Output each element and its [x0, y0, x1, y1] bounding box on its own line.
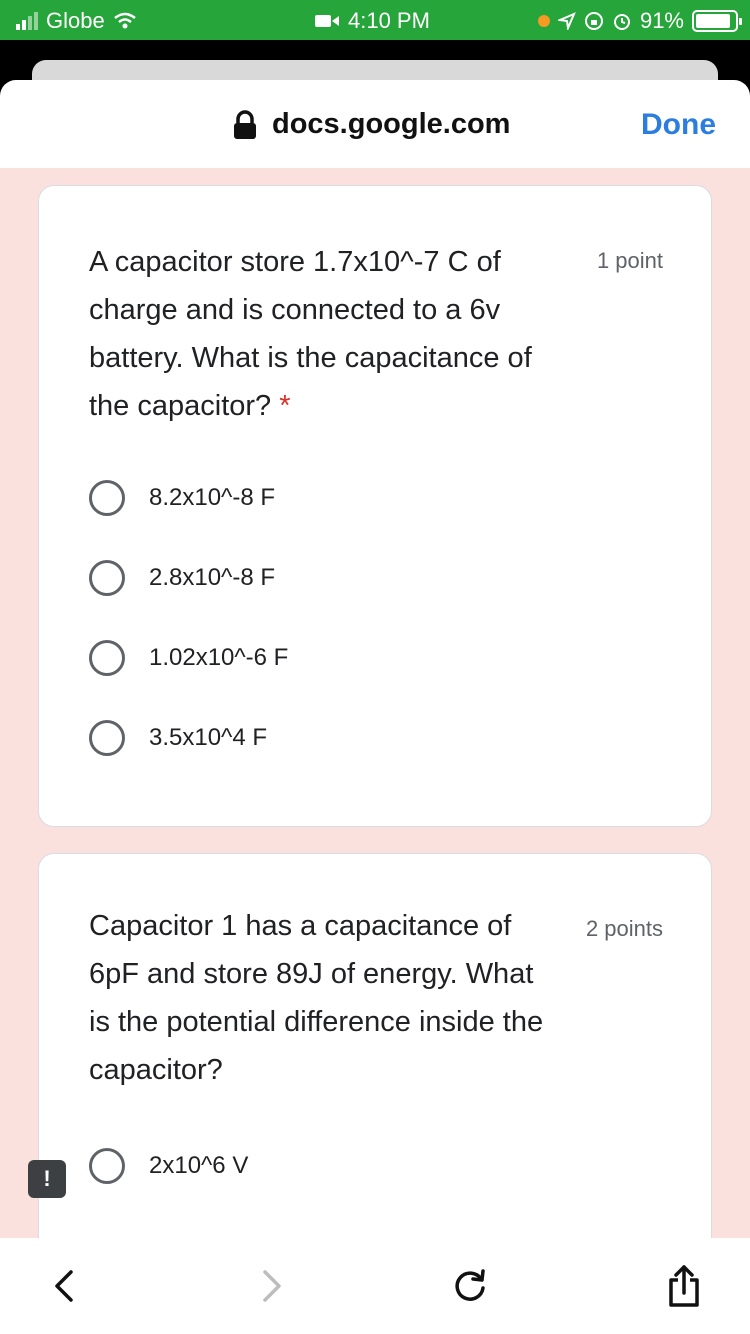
- url-text: docs.google.com: [272, 108, 511, 140]
- refresh-button[interactable]: [442, 1258, 498, 1314]
- wifi-icon: [113, 12, 136, 29]
- back-icon: [55, 1270, 73, 1302]
- browser-toolbar: [0, 1238, 750, 1334]
- question-card: Capacitor 1 has a capacitance of 6pF and…: [38, 853, 712, 1273]
- answer-option[interactable]: 3.5x10^4 F: [89, 718, 267, 758]
- status-center: 4:10 PM: [314, 8, 430, 34]
- option-label: 2x10^6 V: [149, 1152, 249, 1179]
- battery-percent: 91%: [639, 8, 684, 33]
- option-label: 2.8x10^-8 F: [149, 564, 275, 591]
- answer-option[interactable]: 2.8x10^-8 F: [89, 558, 275, 598]
- browser-header: docs.google.com Done: [0, 80, 750, 168]
- share-button[interactable]: [656, 1258, 712, 1314]
- screen-record-icon: [315, 15, 339, 27]
- carrier-name: Globe: [46, 8, 105, 33]
- option-label: 3.5x10^4 F: [149, 724, 267, 751]
- question-points: 2 points: [585, 916, 663, 941]
- answer-option[interactable]: 2x10^6 V: [89, 1146, 248, 1186]
- share-icon: [669, 1265, 699, 1307]
- alarm-icon: [613, 14, 630, 30]
- done-button[interactable]: Done: [641, 108, 716, 142]
- question-text: A capacitor store 1.7x10^-7 C of charge …: [89, 246, 532, 422]
- lock-icon: [234, 109, 256, 139]
- clock-time: 4:10 PM: [348, 8, 430, 33]
- status-right: 91%: [537, 8, 742, 34]
- required-asterisk: *: [279, 390, 291, 422]
- radio-button[interactable]: [89, 1148, 125, 1184]
- radio-button[interactable]: [89, 480, 125, 516]
- status-bar: Globe 4:10 PM 91%: [0, 0, 750, 40]
- url-bar[interactable]: docs.google.com: [232, 108, 510, 141]
- answer-option[interactable]: 8.2x10^-8 F: [89, 478, 275, 518]
- signal-icon: [16, 12, 38, 30]
- location-icon: [557, 12, 576, 30]
- question-card: A capacitor store 1.7x10^-7 C of charge …: [38, 185, 712, 827]
- question-text: Capacitor 1 has a capacitance of 6pF and…: [89, 910, 544, 1086]
- forward-button[interactable]: [244, 1258, 300, 1314]
- radio-button[interactable]: [89, 720, 125, 756]
- option-label: 8.2x10^-8 F: [149, 484, 275, 511]
- option-label: 1.02x10^-6 F: [149, 644, 289, 671]
- feedback-tab[interactable]: !: [28, 1160, 66, 1198]
- radio-button[interactable]: [89, 560, 125, 596]
- back-button[interactable]: [36, 1258, 92, 1314]
- battery-icon: [692, 10, 742, 32]
- answer-option[interactable]: 1.02x10^-6 F: [89, 638, 288, 678]
- status-left: Globe: [16, 8, 137, 34]
- radio-button[interactable]: [89, 640, 125, 676]
- rotation-lock-icon: [584, 12, 603, 30]
- forward-icon: [263, 1270, 281, 1302]
- mic-indicator-icon: [537, 15, 550, 27]
- refresh-icon: [455, 1269, 485, 1301]
- question-points: 1 point: [596, 248, 663, 273]
